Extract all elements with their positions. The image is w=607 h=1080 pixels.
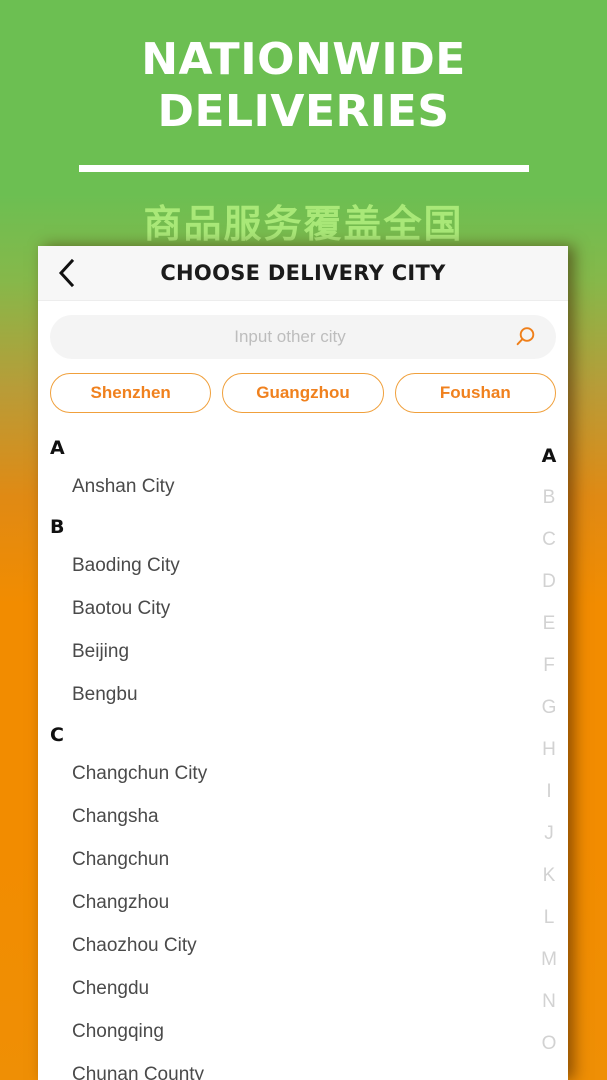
promo-divider (78, 165, 529, 172)
alphabet-index-letter-c[interactable]: C (542, 519, 556, 561)
list-item[interactable]: Chaozhou City (38, 924, 568, 967)
page-title: CHOOSE DELIVERY CITY (160, 261, 446, 285)
city-picker-panel: CHOOSE DELIVERY CITY Shenzhen Guangzhou … (38, 246, 568, 1080)
alphabet-index-letter-d[interactable]: D (542, 561, 556, 603)
promo-title: NATIONWIDE DELIVERIES (0, 34, 607, 138)
list-item[interactable]: Chengdu (38, 967, 568, 1010)
list-item[interactable]: Changsha (38, 795, 568, 838)
list-item[interactable]: Chunan County (38, 1053, 568, 1080)
alphabet-index-letter-e[interactable]: E (543, 603, 556, 645)
alphabet-index-letter-f[interactable]: F (543, 645, 555, 687)
alphabet-index-letter-l[interactable]: L (544, 897, 555, 939)
search-icon[interactable] (512, 324, 538, 350)
list-item[interactable]: Changchun City (38, 752, 568, 795)
alphabet-index-letter-b[interactable]: B (543, 477, 556, 519)
section-header-c: C (50, 724, 64, 746)
quick-city-chip-shenzhen[interactable]: Shenzhen (50, 373, 212, 413)
quick-city-chip-guangzhou[interactable]: Guangzhou (222, 373, 384, 413)
city-list-area: A Anshan City B Baoding City Baotou City… (38, 429, 568, 1080)
alphabet-index-letter-o[interactable]: O (542, 1023, 557, 1065)
list-item[interactable]: Changchun (38, 838, 568, 881)
alphabet-index-letter-a[interactable]: A (542, 435, 557, 477)
list-item[interactable]: Anshan City (38, 465, 568, 508)
promo-title-line-1: NATIONWIDE (141, 34, 466, 85)
alphabet-index-letter-h[interactable]: H (542, 729, 556, 771)
city-list: A Anshan City B Baoding City Baotou City… (38, 429, 568, 1080)
quick-city-chips: Shenzhen Guangzhou Foushan (38, 371, 568, 429)
alphabet-index-letter-g[interactable]: G (542, 687, 557, 729)
promo-subtitle: 商品服务覆盖全国 (143, 202, 464, 246)
list-item[interactable]: Bengbu (38, 673, 568, 716)
section-header-a: A (50, 437, 65, 459)
search-input[interactable] (68, 326, 512, 348)
list-item[interactable]: Chongqing (38, 1010, 568, 1053)
list-item[interactable]: Baotou City (38, 587, 568, 630)
list-item[interactable]: Beijing (38, 630, 568, 673)
alphabet-index-letter-k[interactable]: K (543, 855, 556, 897)
chevron-left-icon[interactable] (50, 256, 84, 290)
section-header-b: B (50, 516, 65, 538)
promo-banner: NATIONWIDE DELIVERIES 商品服务覆盖全国 (0, 0, 607, 246)
promo-title-line-2: DELIVERIES (157, 86, 450, 137)
alphabet-index-letter-j[interactable]: J (544, 813, 554, 855)
alphabet-index-letter-i[interactable]: I (546, 771, 551, 813)
list-item[interactable]: Changzhou (38, 881, 568, 924)
search-section (38, 301, 568, 371)
alphabet-index-letter-n[interactable]: N (542, 981, 556, 1023)
nav-bar: CHOOSE DELIVERY CITY (38, 246, 568, 301)
quick-city-chip-foushan[interactable]: Foushan (394, 373, 556, 413)
list-item[interactable]: Baoding City (38, 544, 568, 587)
alphabet-index-letter-m[interactable]: M (541, 939, 557, 981)
search-box[interactable] (50, 315, 556, 359)
alphabet-index[interactable]: A B C D E F G H I J K L M N O (532, 429, 566, 1065)
